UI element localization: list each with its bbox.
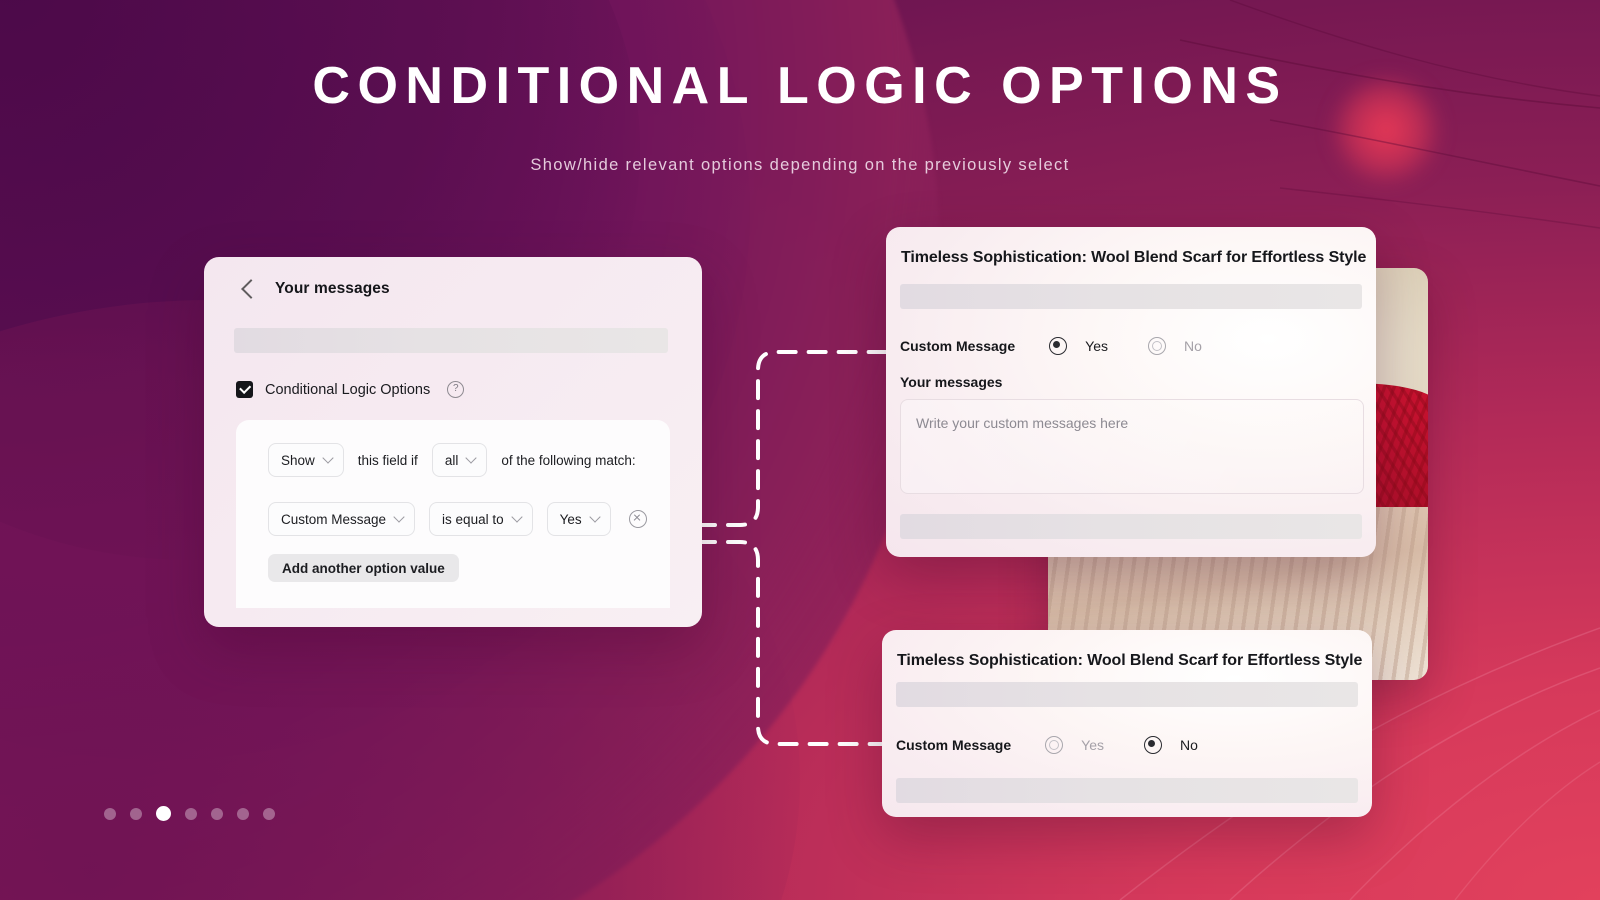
- match-select-value: all: [444, 452, 459, 468]
- chevron-down-icon: [393, 511, 405, 523]
- custom-messages-textarea[interactable]: Write your custom messages here: [900, 399, 1364, 494]
- pagination-dot-6[interactable]: [237, 807, 249, 820]
- preview-skeleton-bar-top: [900, 284, 1362, 309]
- radio-no-selected[interactable]: [1144, 736, 1162, 754]
- custom-message-row: Custom Message Yes No: [896, 736, 1198, 754]
- panel-header: Your messages: [241, 279, 390, 299]
- logic-text-2: of the following match:: [501, 452, 636, 468]
- question-mark-icon[interactable]: ?: [447, 381, 465, 398]
- conditional-logic-label: Conditional Logic Options: [265, 381, 431, 398]
- preview-skeleton-bar-bottom: [900, 514, 1362, 539]
- pagination-dot-4[interactable]: [185, 807, 197, 820]
- pagination-dot-2[interactable]: [130, 807, 142, 820]
- pagination-dots[interactable]: [104, 806, 275, 821]
- rule-field-select[interactable]: Custom Message: [268, 502, 416, 536]
- panel-title: Your messages: [275, 280, 390, 297]
- textarea-placeholder: Write your custom messages here: [916, 415, 1129, 431]
- rule-value-value: Yes: [559, 511, 582, 527]
- preview-skeleton-bar-bottom: [896, 778, 1358, 803]
- custom-message-label: Custom Message: [900, 338, 1016, 354]
- radio-yes-label: Yes: [1085, 338, 1108, 354]
- chevron-down-icon: [510, 511, 523, 523]
- rule-field-value: Custom Message: [281, 511, 387, 527]
- checkbox-checked-icon[interactable]: [236, 381, 253, 398]
- pagination-dot-3[interactable]: [156, 806, 171, 821]
- radio-yes-selected[interactable]: [1049, 337, 1068, 355]
- page-subtitle: Show/hide relevant options depending on …: [530, 156, 1070, 174]
- match-select[interactable]: all: [431, 443, 488, 477]
- radio-no-label: No: [1184, 338, 1202, 354]
- preview-card-title: Timeless Sophistication: Wool Blend Scar…: [897, 652, 1363, 669]
- your-messages-label: Your messages: [900, 374, 1003, 390]
- custom-message-row: Custom Message Yes No: [900, 337, 1202, 355]
- radio-yes-label: Yes: [1081, 737, 1104, 753]
- preview-card-title: Timeless Sophistication: Wool Blend Scar…: [901, 249, 1367, 266]
- rule-operator-select[interactable]: is equal to: [429, 502, 533, 536]
- rule-operator-value: is equal to: [442, 511, 504, 527]
- chevron-down-icon: [465, 452, 477, 464]
- add-option-value-button[interactable]: Add another option value: [268, 554, 459, 582]
- action-select-value: Show: [281, 452, 315, 468]
- chevron-left-icon[interactable]: [241, 279, 261, 299]
- chevron-down-icon: [322, 452, 334, 464]
- radio-no-unselected[interactable]: [1148, 337, 1166, 355]
- panel-skeleton-bar: [234, 328, 668, 353]
- close-circle-icon[interactable]: [628, 510, 647, 528]
- preview-card-yes: Timeless Sophistication: Wool Blend Scar…: [886, 227, 1376, 557]
- pagination-dot-7[interactable]: [263, 807, 275, 820]
- logic-rule-row: Custom Message is equal to Yes: [268, 502, 647, 536]
- rule-value-select[interactable]: Yes: [546, 502, 611, 536]
- radio-no-label: No: [1180, 737, 1198, 753]
- preview-card-no: Timeless Sophistication: Wool Blend Scar…: [882, 630, 1372, 817]
- logic-text-1: this field if: [357, 452, 418, 468]
- chevron-down-icon: [588, 511, 601, 523]
- radio-yes-unselected[interactable]: [1045, 736, 1064, 754]
- page-title: Conditional Logic Options: [312, 57, 1288, 115]
- pagination-dot-5[interactable]: [211, 807, 223, 820]
- custom-message-label: Custom Message: [896, 737, 1012, 753]
- logic-rule-box: Show this field if all of the following …: [236, 420, 670, 608]
- logic-condition-row: Show this field if all of the following …: [268, 443, 650, 477]
- pagination-dot-1[interactable]: [104, 807, 116, 820]
- action-select[interactable]: Show: [268, 443, 344, 477]
- conditional-logic-checkbox-row[interactable]: Conditional Logic Options ?: [236, 381, 465, 398]
- preview-skeleton-bar-top: [896, 682, 1358, 707]
